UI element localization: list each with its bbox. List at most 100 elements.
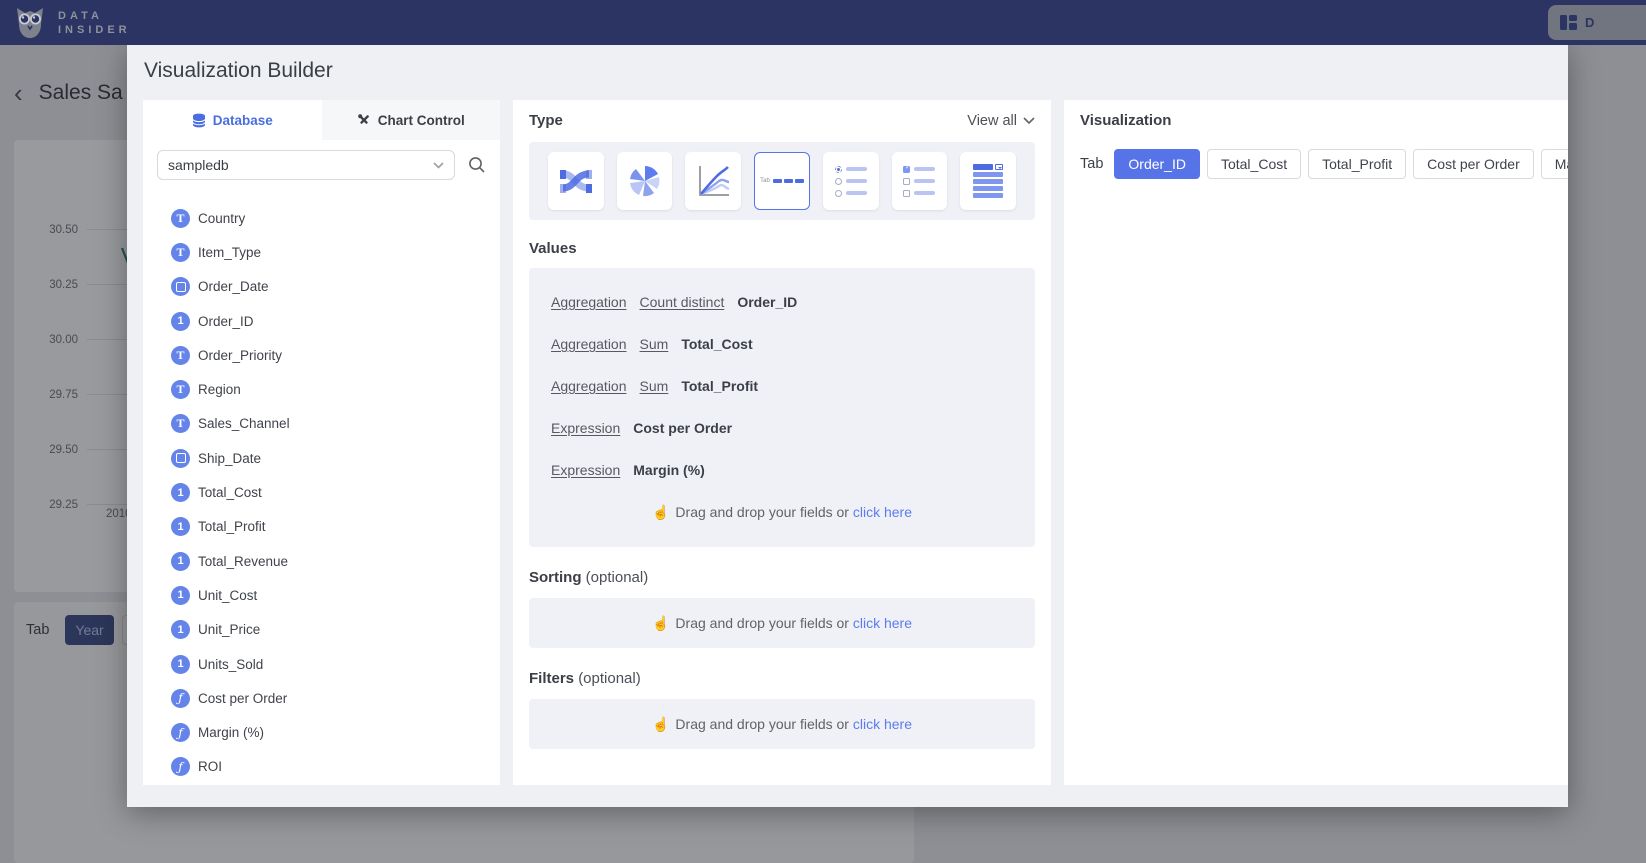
chart-type-strip: Tab bbox=[529, 142, 1035, 220]
field-type-icon bbox=[171, 757, 190, 776]
value-kind-link[interactable]: Aggregation bbox=[551, 378, 627, 394]
search-button[interactable] bbox=[468, 156, 486, 174]
chevron-down-icon bbox=[433, 162, 444, 169]
field-item[interactable]: Unit_Price bbox=[171, 613, 486, 647]
value-field-name: Margin (%) bbox=[633, 462, 705, 478]
left-panel-tabs: Database Chart Control bbox=[143, 100, 500, 140]
chevron-down-icon bbox=[1023, 117, 1035, 125]
field-name: Units_Sold bbox=[198, 657, 263, 672]
field-item[interactable]: Order_ID bbox=[171, 304, 486, 338]
hand-pointer-icon: ☝ bbox=[652, 716, 669, 732]
field-name: Region bbox=[198, 382, 241, 397]
viz-tab-button[interactable]: Margin (%) bbox=[1541, 149, 1568, 179]
field-item[interactable]: Order_Priority bbox=[171, 338, 486, 372]
visualization-panel: Visualization Tab Order_ID Total_Cost To… bbox=[1064, 100, 1568, 785]
chart-type-sankey-icon[interactable] bbox=[548, 152, 604, 210]
field-item[interactable]: Total_Revenue bbox=[171, 544, 486, 578]
field-item[interactable]: Country bbox=[171, 201, 486, 235]
logo-text: DATA INSIDER bbox=[58, 9, 131, 37]
top-navbar: DATA INSIDER D bbox=[0, 0, 1646, 45]
field-item[interactable]: Total_Profit bbox=[171, 510, 486, 544]
tab-chart-control-label: Chart Control bbox=[378, 113, 465, 128]
sorting-dropzone[interactable]: ☝Drag and drop your fields or click here bbox=[529, 598, 1035, 648]
app-logo[interactable]: DATA INSIDER bbox=[12, 4, 131, 41]
values-dropzone[interactable]: Aggregation Count distinct Order_ID Aggr… bbox=[529, 268, 1035, 547]
value-row[interactable]: Aggregation Count distinct Order_ID bbox=[551, 294, 1013, 310]
field-list: Country Item_Type Order_Date bbox=[157, 201, 486, 784]
modal-title: Visualization Builder bbox=[127, 44, 1568, 83]
field-item[interactable]: Unit_Cost bbox=[171, 578, 486, 612]
filters-drop-hint: ☝Drag and drop your fields or click here bbox=[652, 716, 912, 733]
field-type-icon bbox=[171, 517, 190, 536]
field-item[interactable]: Item_Type bbox=[171, 235, 486, 269]
field-name: Margin (%) bbox=[198, 725, 264, 740]
tab-database[interactable]: Database bbox=[143, 100, 322, 140]
value-function-link[interactable]: Sum bbox=[640, 336, 669, 352]
value-function-link[interactable]: Count distinct bbox=[640, 294, 725, 310]
sorting-section-title: Sorting (optional) bbox=[529, 569, 1035, 586]
view-all-button[interactable]: View all bbox=[967, 113, 1035, 129]
viz-tab-button[interactable]: Total_Profit bbox=[1308, 149, 1406, 179]
value-kind-link[interactable]: Expression bbox=[551, 420, 620, 436]
chart-type-line-icon[interactable] bbox=[685, 152, 741, 210]
value-row[interactable]: Expression Margin (%) bbox=[551, 462, 1013, 478]
field-name: Sales_Channel bbox=[198, 416, 290, 431]
field-type-icon bbox=[171, 449, 190, 468]
value-kind-link[interactable]: Expression bbox=[551, 462, 620, 478]
sorting-click-here-link[interactable]: click here bbox=[853, 615, 912, 631]
value-field-name: Total_Profit bbox=[681, 378, 758, 394]
chart-type-radio-list-icon[interactable] bbox=[823, 152, 879, 210]
field-item[interactable]: Sales_Channel bbox=[171, 407, 486, 441]
field-item[interactable]: Order_Date bbox=[171, 270, 486, 304]
chart-type-pie-icon[interactable] bbox=[617, 152, 673, 210]
database-icon bbox=[192, 113, 206, 128]
field-type-icon bbox=[171, 243, 190, 262]
value-row[interactable]: Aggregation Sum Total_Profit bbox=[551, 378, 1013, 394]
view-all-label: View all bbox=[967, 113, 1017, 129]
value-kind-link[interactable]: Aggregation bbox=[551, 294, 627, 310]
filters-dropzone[interactable]: ☝Drag and drop your fields or click here bbox=[529, 699, 1035, 749]
dashboard-button[interactable]: D bbox=[1548, 5, 1646, 40]
viz-tab-button[interactable]: Cost per Order bbox=[1413, 149, 1534, 179]
field-type-icon bbox=[171, 312, 190, 331]
tab-database-label: Database bbox=[213, 113, 273, 128]
viz-tab-button[interactable]: Order_ID bbox=[1114, 149, 1200, 179]
field-name: Country bbox=[198, 211, 245, 226]
field-item[interactable]: Margin (%) bbox=[171, 715, 486, 749]
value-kind-link[interactable]: Aggregation bbox=[551, 336, 627, 352]
field-name: Unit_Cost bbox=[198, 588, 257, 603]
chart-type-checkbox-list-icon[interactable] bbox=[892, 152, 948, 210]
datasource-select[interactable]: sampledb bbox=[157, 150, 455, 180]
field-item[interactable]: Cost per Order bbox=[171, 681, 486, 715]
viz-tab-label: Tab bbox=[1080, 156, 1103, 172]
tools-icon bbox=[357, 113, 371, 127]
viz-tab-button[interactable]: Total_Cost bbox=[1207, 149, 1301, 179]
value-field-name: Order_ID bbox=[737, 294, 797, 310]
field-item[interactable]: Units_Sold bbox=[171, 647, 486, 681]
field-item[interactable]: Region bbox=[171, 372, 486, 406]
value-row[interactable]: Expression Cost per Order bbox=[551, 420, 1013, 436]
database-panel: Database Chart Control sampl bbox=[143, 100, 500, 785]
chart-type-table-icon[interactable] bbox=[960, 152, 1016, 210]
field-type-icon bbox=[171, 620, 190, 639]
field-name: Unit_Price bbox=[198, 622, 260, 637]
chart-type-tab-icon[interactable]: Tab bbox=[754, 152, 810, 210]
field-type-icon bbox=[171, 552, 190, 571]
field-item[interactable]: Ship_Date bbox=[171, 441, 486, 475]
values-click-here-link[interactable]: click here bbox=[853, 504, 912, 520]
field-name: Total_Cost bbox=[198, 485, 262, 500]
field-name: ROI bbox=[198, 759, 222, 774]
value-row[interactable]: Aggregation Sum Total_Cost bbox=[551, 336, 1013, 352]
field-item[interactable]: Total_Cost bbox=[171, 475, 486, 509]
tab-chart-control[interactable]: Chart Control bbox=[322, 100, 501, 140]
value-function-link[interactable]: Sum bbox=[640, 378, 669, 394]
field-type-icon bbox=[171, 414, 190, 433]
field-type-icon bbox=[171, 209, 190, 228]
field-type-icon bbox=[171, 346, 190, 365]
field-item[interactable]: ROI bbox=[171, 750, 486, 784]
field-name: Ship_Date bbox=[198, 451, 261, 466]
owl-logo-icon bbox=[12, 4, 48, 41]
field-type-icon bbox=[171, 483, 190, 502]
filters-click-here-link[interactable]: click here bbox=[853, 716, 912, 732]
chart-config-panel: Type View all bbox=[513, 100, 1051, 785]
